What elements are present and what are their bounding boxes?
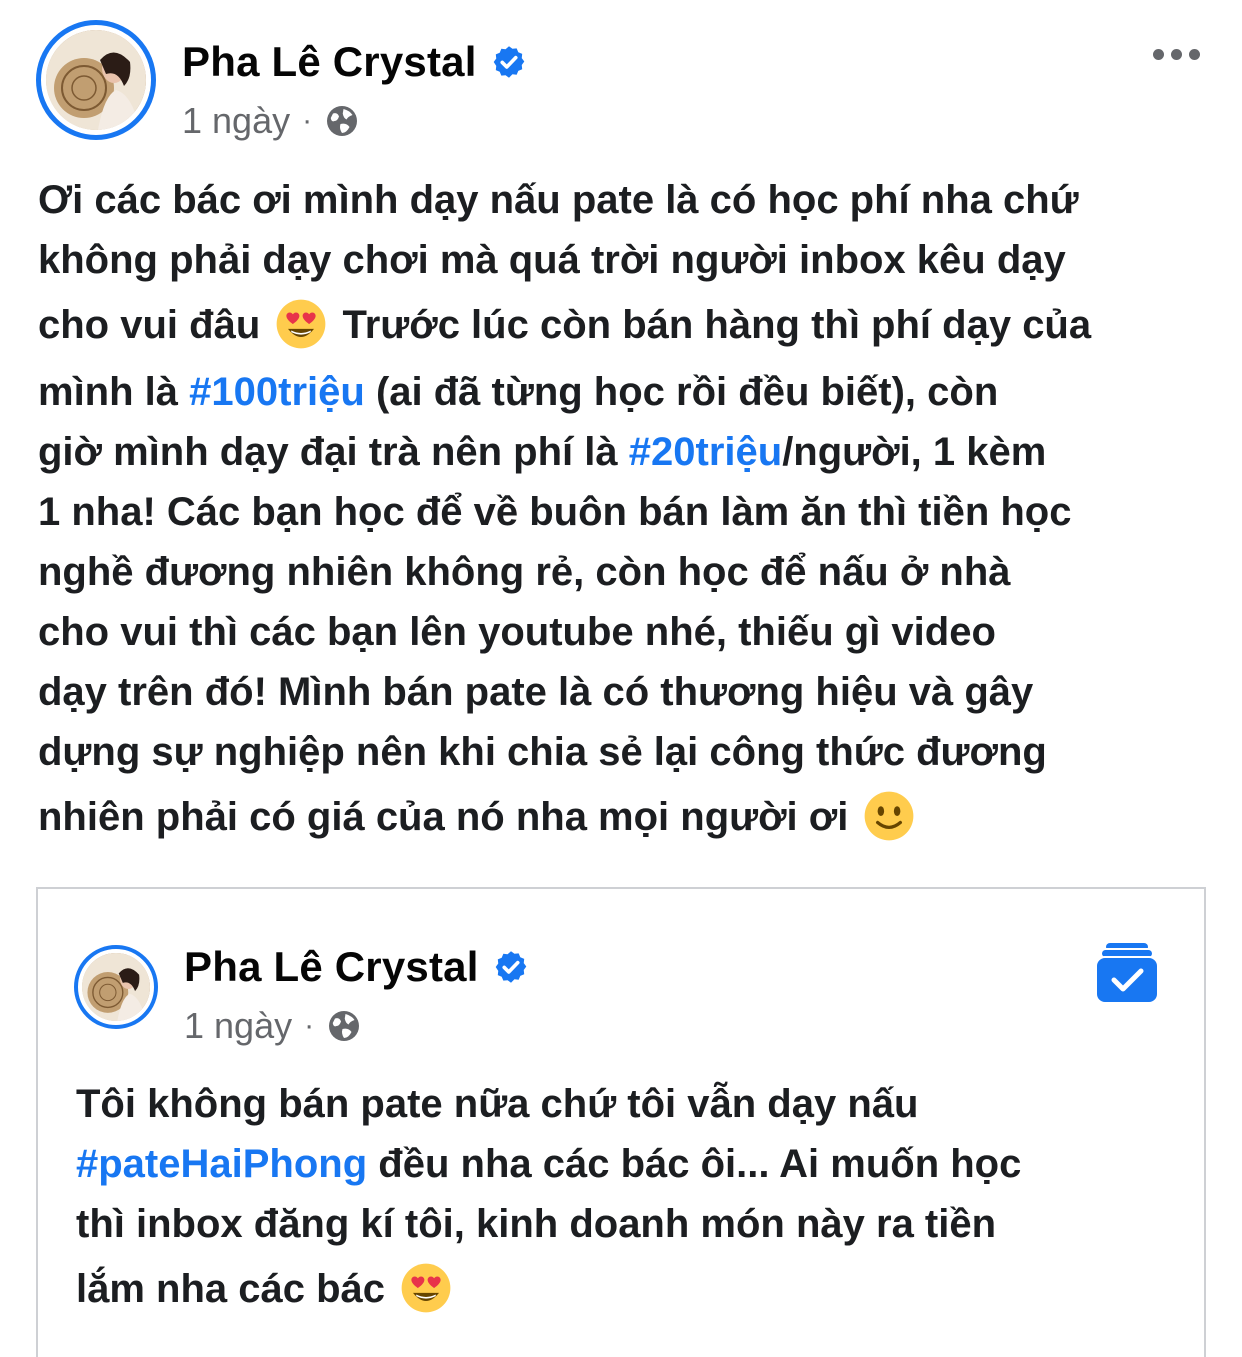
author-row: Pha Lê Crystal xyxy=(182,38,527,86)
post-text-segment: nhiên phải có giá của nó nha mọi người ơ… xyxy=(38,795,849,839)
globe-icon[interactable] xyxy=(326,1008,362,1044)
post-text-line: không phải dạy chơi mà quá trời người in… xyxy=(38,238,1066,282)
meta-separator: · xyxy=(302,104,313,137)
shared-text-line: lắm nha các bác xyxy=(76,1252,1186,1326)
post-text-line: cho vui thì các bạn lên youtube nhé, thi… xyxy=(38,610,996,654)
verified-badge-icon xyxy=(493,46,524,78)
avatar-illustration xyxy=(46,30,146,130)
hashtag-link[interactable]: #100triệu xyxy=(189,370,365,414)
post-text-line: cho vui đâu Trước lúc còn bán hàng thì p… xyxy=(38,288,1218,362)
shared-post-meta: 1 ngày · xyxy=(184,1005,362,1047)
more-dot xyxy=(1152,48,1164,60)
post-body: Ơi các bác ơi mình dạy nấu pate là có họ… xyxy=(38,170,1218,854)
shared-text-line: #pateHaiPhong đều nha các bác ôi... Ai m… xyxy=(76,1134,1186,1194)
hashtag-link[interactable]: #pateHaiPhong xyxy=(76,1142,367,1186)
post-text-segment: giờ mình dạy đại trà nên phí là xyxy=(38,430,618,474)
post-text-line: Ơi các bác ơi mình dạy nấu pate là có họ… xyxy=(38,178,1079,222)
post-text-line: nghề đương nhiên không rẻ, còn học để nấ… xyxy=(38,550,1011,594)
post-text-segment: cho vui đâu xyxy=(38,303,261,347)
shared-text-line: Tôi không bán pate nữa chứ tôi vẫn dạy n… xyxy=(76,1082,919,1126)
post-text-line: mình là #100triệu (ai đã từng học rồi đề… xyxy=(38,362,1218,422)
shared-text-segment: đều nha các bác ôi... Ai muốn học xyxy=(378,1142,1022,1186)
heart-eyes-emoji xyxy=(401,1263,451,1313)
shared-post-card[interactable]: Pha Lê Crystal 1 ngày · Tôi không bán pa… xyxy=(36,887,1206,1357)
meta-separator: · xyxy=(304,1009,315,1042)
shared-text-line: thì inbox đăng kí tôi, kinh doanh món nà… xyxy=(76,1202,997,1246)
post-text-line: nhiên phải có giá của nó nha mọi người ơ… xyxy=(38,780,1218,854)
avatar-image xyxy=(82,953,150,1021)
post-text-line: dựng sự nghiệp nên khi chia sẻ lại công … xyxy=(38,730,1047,774)
avatar-image xyxy=(46,30,146,130)
shared-post-body: Tôi không bán pate nữa chứ tôi vẫn dạy n… xyxy=(76,1074,1186,1326)
shared-author-avatar[interactable] xyxy=(74,945,158,1029)
more-dot xyxy=(1188,48,1200,60)
heart-eyes-emoji xyxy=(277,299,326,349)
post-text-segment: /người, 1 kèm xyxy=(782,430,1047,474)
verified-badge-icon xyxy=(495,951,526,983)
avatar-illustration xyxy=(82,953,150,1021)
more-dot xyxy=(1170,48,1182,60)
post-meta: 1 ngày · xyxy=(182,100,360,142)
post-text-line: 1 nha! Các bạn học để về buôn bán làm ăn… xyxy=(38,490,1072,534)
author-avatar[interactable] xyxy=(36,20,156,140)
shared-author-row: Pha Lê Crystal xyxy=(184,943,529,991)
author-name[interactable]: Pha Lê Crystal xyxy=(182,38,477,86)
post-timestamp[interactable]: 1 ngày xyxy=(182,100,290,142)
shared-author-name[interactable]: Pha Lê Crystal xyxy=(184,943,479,991)
post-text-segment: mình là xyxy=(38,370,179,414)
post-text-line: giờ mình dạy đại trà nên phí là #20triệu… xyxy=(38,422,1218,482)
post-text-segment: Trước lúc còn bán hàng thì phí dạy của xyxy=(342,303,1092,347)
slightly-smiling-emoji xyxy=(865,791,914,841)
globe-icon[interactable] xyxy=(324,103,360,139)
shared-post-timestamp[interactable]: 1 ngày xyxy=(184,1005,292,1047)
post-header: Pha Lê Crystal 1 ngày · xyxy=(36,20,1206,150)
saved-collection-icon[interactable] xyxy=(1096,941,1158,1005)
post-text-segment: (ai đã từng học rồi đều biết), còn xyxy=(375,370,999,414)
more-options-icon[interactable] xyxy=(1146,34,1206,74)
post-text-line: dạy trên đó! Mình bán pate là có thương … xyxy=(38,670,1034,714)
hashtag-link[interactable]: #20triệu xyxy=(629,430,782,474)
shared-text-segment: lắm nha các bác xyxy=(76,1267,386,1311)
